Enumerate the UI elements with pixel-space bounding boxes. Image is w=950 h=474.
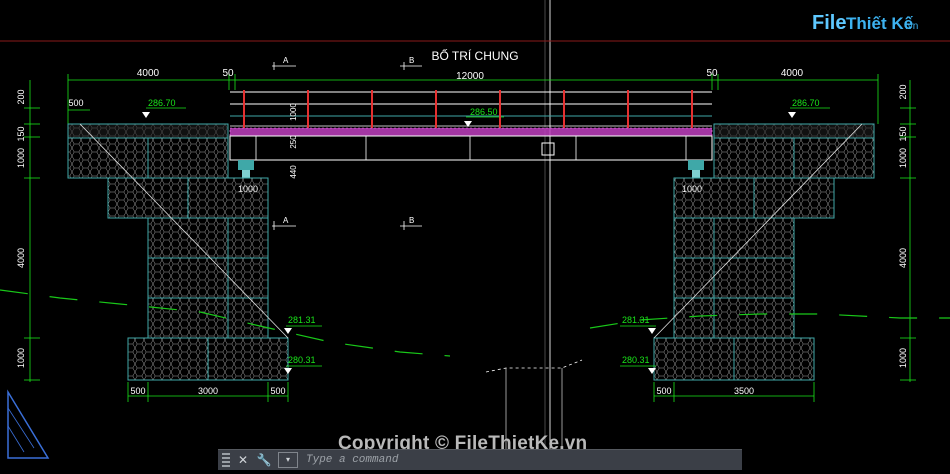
- dim-gap-right: 50: [706, 68, 718, 79]
- cursor-box: [541, 142, 555, 156]
- close-icon[interactable]: ✕: [235, 452, 251, 468]
- dim-side-1000-right: 1000: [898, 148, 908, 168]
- dim-gap-left: 50: [222, 68, 234, 79]
- dim-side-4000-left: 4000: [16, 248, 26, 268]
- wrench-icon[interactable]: 🔧: [256, 452, 272, 468]
- dim-side-200-left: 200: [16, 89, 26, 104]
- right-abutment: [653, 123, 875, 381]
- dim-base-left-500b: 500: [270, 386, 285, 396]
- elevation-right-mid: 281.31: [620, 315, 656, 334]
- recent-commands-dropdown[interactable]: ▾: [278, 452, 298, 468]
- dim-beam-440: 440: [289, 165, 298, 179]
- dim-base-left-500a: 500: [130, 386, 145, 396]
- svg-text:286.70: 286.70: [792, 98, 820, 108]
- section-mark-b-bottom: B: [400, 216, 422, 230]
- elevation-left-bottom: 280.31: [284, 355, 322, 374]
- dim-deck-250: 250: [289, 135, 298, 149]
- dim-side-1000-right-base: 1000: [898, 348, 908, 368]
- deck-slab: [229, 127, 713, 161]
- bearing-left: [238, 160, 254, 178]
- drawing-title: BỐ TRÍ CHUNG: [431, 48, 518, 63]
- dim-right-approach: 4000: [781, 68, 804, 79]
- elevation-right-bottom: 280.31: [620, 355, 656, 374]
- dim-railing-1000: 1000: [289, 103, 298, 121]
- bearing-right: [688, 160, 704, 178]
- dim-side-150-right: 150: [898, 126, 908, 141]
- elevation-right-top: 286.70: [788, 98, 830, 118]
- logo-domain-text: .vn: [905, 21, 919, 32]
- logo-brand-text: Thiết Kế: [846, 14, 914, 33]
- river-bed: [485, 359, 583, 373]
- right-side-dimensions: [900, 80, 916, 382]
- dim-side-4000-right: 4000: [898, 248, 908, 268]
- svg-text:B: B: [409, 56, 414, 65]
- dim-base-right-width: 3500: [734, 386, 754, 396]
- svg-text:A: A: [283, 216, 289, 225]
- dim-side-150-left: 150: [16, 126, 26, 141]
- section-mark-a-top: A: [272, 56, 296, 70]
- svg-text:A: A: [283, 56, 289, 65]
- dim-left-approach: 4000: [137, 68, 160, 79]
- command-line-bar: ✕ 🔧 ▾: [218, 449, 742, 470]
- dim-offset-500-top: 500: [68, 98, 83, 108]
- left-abutment: [67, 123, 289, 381]
- svg-text:B: B: [409, 216, 414, 225]
- svg-text:286.70: 286.70: [148, 98, 176, 108]
- dim-base-right-500: 500: [656, 386, 671, 396]
- dim-base-left-width: 3000: [198, 386, 218, 396]
- cad-drawing: BỐ TRÍ CHUNG A B A B 4000 50 12000 50 40…: [0, 0, 950, 469]
- dim-side-200-right: 200: [898, 84, 908, 99]
- drag-grip-icon[interactable]: [222, 453, 230, 467]
- dim-span: 12000: [456, 71, 484, 82]
- svg-text:280.31: 280.31: [288, 355, 316, 365]
- elevation-deck-top: 286.50: [464, 107, 504, 127]
- svg-text:281.31: 281.31: [288, 315, 316, 325]
- logo-file-text: File: [812, 12, 847, 34]
- ucs-icon: [7, 389, 50, 459]
- elevation-left-top: 286.70: [142, 98, 186, 118]
- dim-side-1000-left: 1000: [16, 148, 26, 168]
- elevation-left-mid: 281.31: [284, 315, 322, 334]
- left-side-dimensions: [24, 80, 40, 382]
- svg-text:280.31: 280.31: [622, 355, 650, 365]
- svg-text:281.31: 281.31: [622, 315, 650, 325]
- section-mark-a-bottom: A: [272, 216, 296, 230]
- dim-side-1000-left-base: 1000: [16, 348, 26, 368]
- command-input[interactable]: [304, 451, 738, 469]
- filethietke-logo: File Thiết Kế .vn: [812, 12, 924, 42]
- section-mark-b-top: B: [400, 56, 422, 70]
- cad-drawing-viewport[interactable]: BỐ TRÍ CHUNG A B A B 4000 50 12000 50 40…: [0, 0, 950, 469]
